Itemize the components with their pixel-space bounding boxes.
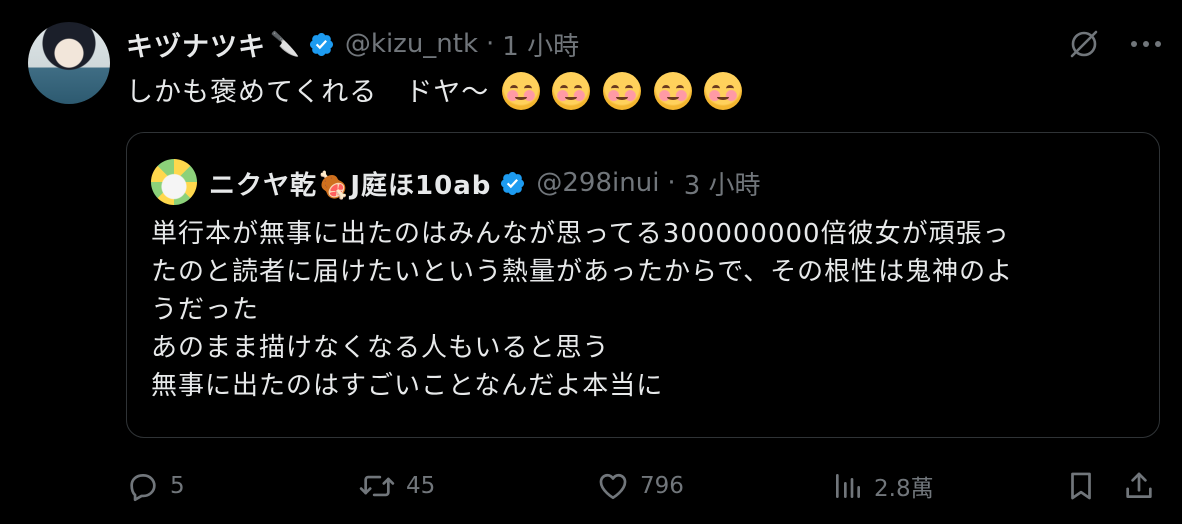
share-icon (1126, 472, 1152, 498)
quoted-author-name[interactable]: ニクヤ乾🍖J庭ほ10ab (209, 165, 491, 202)
smiling-blush-emoji (653, 72, 692, 110)
more-dots-icon[interactable] (1128, 26, 1164, 62)
author-handle[interactable]: @kizu_ntk (345, 29, 478, 59)
reply-button[interactable]: 5 (126, 466, 185, 506)
like-count: 796 (640, 473, 684, 499)
views-count: 2.8萬 (874, 476, 934, 502)
author-avatar[interactable] (28, 22, 110, 104)
quoted-tweet-time[interactable]: 3 小時 (684, 165, 761, 202)
views-bar-chart-icon (836, 474, 860, 498)
top-actions (1066, 26, 1164, 62)
quoted-author-avatar[interactable] (151, 159, 197, 205)
tweet-text-content: しかも褒めてくれる ドヤ〜 (126, 77, 490, 108)
reply-icon (130, 474, 156, 502)
repost-count: 45 (406, 473, 436, 499)
author-name[interactable]: キヅナツキ (126, 25, 266, 64)
verified-badge-icon (309, 32, 333, 56)
quoted-tweet[interactable]: ニクヤ乾🍖J庭ほ10ab @298inui · 3 小時 単行本が無事に出たのは… (126, 132, 1160, 438)
bookmark-button[interactable] (1064, 466, 1098, 506)
smiling-blush-emoji (602, 72, 641, 110)
repost-icon (359, 475, 395, 497)
quoted-text-line: うだった (151, 295, 260, 325)
like-button[interactable]: 796 (596, 466, 684, 506)
quoted-text-line: 単行本が無事に出たのはみんなが思ってる300000000倍彼女が頑張っ (151, 219, 1010, 249)
grok-slash-icon[interactable] (1066, 26, 1102, 62)
quoted-text-line: 無事に出たのはすごいことなんだよ本当に (151, 371, 664, 401)
quoted-tweet-text: 単行本が無事に出たのはみんなが思ってる300000000倍彼女が頑張っ たのと読… (151, 215, 1141, 405)
smiling-blush-emoji (501, 72, 540, 110)
quoted-tweet-header: ニクヤ乾🍖J庭ほ10ab @298inui · 3 小時 (209, 165, 761, 201)
knife-emoji: 🔪 (270, 30, 300, 58)
tweet-time[interactable]: 1 小時 (502, 26, 579, 63)
tweet-text: しかも褒めてくれる ドヤ〜 (126, 70, 743, 110)
quoted-text-line: たのと読者に届けたいという熱量があったからで、その根性は鬼神のよ (151, 257, 1014, 287)
separator-dot: · (486, 29, 495, 59)
bookmark-icon (1071, 472, 1091, 500)
smiling-blush-emoji (704, 72, 743, 110)
verified-badge-icon (501, 171, 525, 195)
views-button[interactable]: 2.8萬 (832, 466, 934, 506)
repost-button[interactable]: 45 (358, 466, 435, 506)
smiling-blush-emoji (552, 72, 591, 110)
action-bar: 5 45 796 2.8萬 (126, 466, 1166, 506)
share-button[interactable] (1122, 466, 1156, 506)
tweet-header: キヅナツキ 🔪 @kizu_ntk · 1 小時 (126, 25, 579, 64)
separator-dot: · (667, 168, 676, 198)
quoted-text-line: あのまま描けなくなる人もいると思う (151, 333, 610, 363)
heart-icon (599, 473, 627, 500)
reply-count: 5 (170, 473, 185, 499)
quoted-author-handle[interactable]: @298inui (536, 168, 659, 198)
